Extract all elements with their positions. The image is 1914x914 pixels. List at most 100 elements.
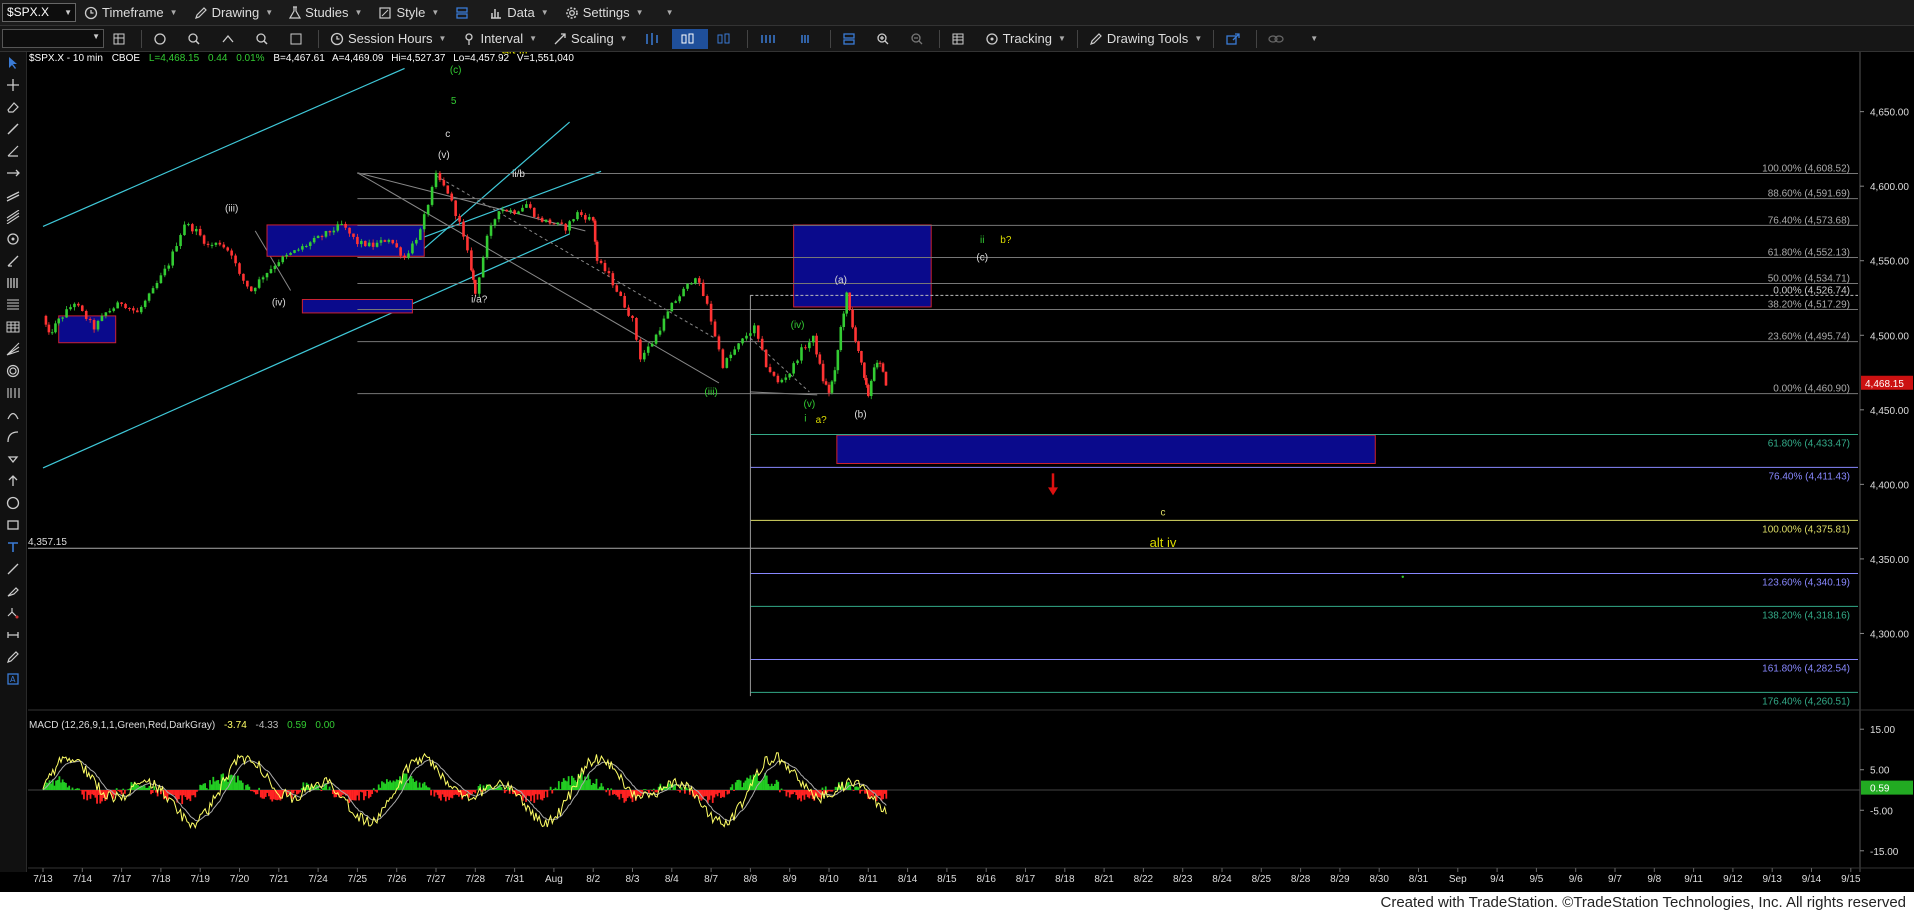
chevron-down-icon[interactable]: ▼ — [64, 4, 72, 21]
candle-body — [709, 303, 713, 322]
macd-histogram-bar — [595, 778, 598, 790]
ask-price: A=4,469.09 — [332, 53, 384, 64]
bar-type-active-button[interactable] — [671, 28, 708, 49]
candle-body — [650, 343, 654, 347]
grid-button[interactable] — [104, 26, 138, 51]
macd-histogram-bar — [775, 779, 778, 790]
exchange-label: CBOE — [112, 53, 141, 64]
candle-body — [485, 235, 489, 258]
time-tick-label: 9/15 — [1841, 874, 1861, 885]
macd-histogram-bar — [770, 783, 773, 790]
data-window-button[interactable] — [943, 26, 977, 51]
macd-histogram-bar — [443, 790, 446, 798]
candle-body — [375, 242, 379, 247]
alert-button[interactable] — [179, 26, 213, 51]
candle-body — [57, 318, 61, 324]
workspace-select[interactable]: ▼ — [2, 29, 104, 48]
fib-extension-label: 61.80% (4,433.47) — [1768, 438, 1850, 449]
style-menu[interactable]: Style ▼ — [370, 0, 447, 25]
macd-histogram-bar — [86, 790, 89, 801]
candle-body — [705, 296, 709, 304]
scaling-menu[interactable]: Scaling ▼ — [545, 26, 636, 51]
more-menu[interactable]: ▼ — [652, 0, 682, 25]
session-hours-menu[interactable]: Session Hours ▼ — [322, 26, 454, 51]
macd-histogram-bar — [795, 790, 798, 796]
bar-type-alt-button[interactable] — [708, 26, 744, 51]
macd-histogram-bar — [179, 790, 182, 796]
link-button[interactable] — [145, 26, 179, 51]
data-menu[interactable]: Data ▼ — [481, 0, 556, 25]
settings-menu[interactable]: Settings ▼ — [557, 0, 652, 25]
macd-histogram-bar — [621, 790, 624, 798]
wave-label: ii — [980, 235, 984, 246]
chevron-down-icon: ▼ — [431, 8, 440, 17]
time-tick-label: 8/16 — [976, 874, 996, 885]
macd-histogram-bar — [592, 783, 595, 790]
macd-histogram-bar — [500, 787, 503, 790]
macd-histogram-bar — [56, 779, 59, 790]
wave-label: alt iv — [1150, 535, 1177, 550]
interval-menu[interactable]: Interval ▼ — [454, 26, 545, 51]
candle-body — [674, 301, 678, 303]
price-chart[interactable]: 4,650.00 4,600.00 4,550.00 4,500.00 4,450.00… — [0, 52, 1914, 892]
candle-body — [851, 309, 854, 328]
drawing-tools-menu[interactable]: Drawing Tools ▼ — [1081, 26, 1210, 51]
candle-body — [833, 370, 837, 382]
candle-body — [324, 231, 328, 237]
time-tick-label: 9/8 — [1647, 874, 1661, 885]
chevron-down-icon[interactable]: ▼ — [92, 32, 100, 41]
zoom-out-button[interactable] — [902, 26, 936, 51]
macd-histogram-bar — [272, 790, 275, 800]
time-tick-label: 8/2 — [586, 874, 600, 885]
macd-histogram-bar — [613, 790, 616, 795]
macd-histogram-bar — [792, 790, 794, 795]
macd-histogram-bar — [87, 790, 90, 795]
candle-body — [863, 362, 866, 378]
candle-body — [639, 339, 642, 360]
candle-body — [301, 246, 304, 250]
studies-menu[interactable]: Studies ▼ — [281, 0, 370, 25]
macd-histogram-bar — [65, 782, 67, 790]
macd-histogram-bar — [222, 773, 225, 790]
macd-histogram-bar — [679, 790, 681, 793]
macd-histogram-bar — [561, 781, 563, 790]
template-button[interactable] — [281, 26, 315, 51]
spacing-button[interactable] — [751, 26, 789, 51]
candle-body — [525, 204, 528, 208]
candle-body — [544, 219, 548, 222]
candle-body — [607, 271, 611, 274]
tracking-menu[interactable]: Tracking ▼ — [977, 26, 1074, 51]
candle-body — [854, 327, 857, 342]
candle-body — [159, 275, 163, 284]
bar-type-button[interactable] — [636, 26, 672, 51]
split-button[interactable] — [834, 26, 868, 51]
macd-histogram-bar — [505, 790, 508, 792]
macd-histogram-bar — [392, 780, 395, 790]
drawing-menu[interactable]: Drawing ▼ — [186, 0, 282, 25]
candle-body — [124, 303, 127, 309]
layout-button[interactable] — [447, 0, 481, 25]
macd-histogram-bar — [372, 788, 375, 790]
link-chart-button[interactable] — [1260, 26, 1296, 51]
more-options-menu[interactable]: ▼ — [1296, 26, 1326, 51]
macd-histogram-bar — [200, 785, 203, 790]
compress-button[interactable] — [789, 26, 827, 51]
macd-histogram-bar — [120, 790, 123, 795]
candle-body — [729, 354, 733, 359]
macd-histogram-bar — [259, 790, 262, 798]
macd-histogram-bar — [210, 784, 213, 790]
macd-histogram-bar — [706, 790, 709, 804]
search-button[interactable] — [247, 26, 281, 51]
layers-button[interactable] — [213, 26, 247, 51]
candle-body — [246, 280, 249, 287]
macd-histogram-bar — [325, 783, 328, 790]
zoom-in-button[interactable] — [868, 26, 902, 51]
zoom-in-icon — [876, 32, 889, 44]
macd-histogram-bar — [235, 782, 238, 790]
timeframe-menu[interactable]: Timeframe ▼ — [76, 0, 186, 25]
macd-histogram-bar — [264, 790, 267, 797]
macd-histogram-bar — [708, 790, 711, 800]
candle-body — [136, 310, 139, 313]
export-button[interactable] — [1217, 26, 1253, 51]
symbol-input[interactable]: $SPX.X ▼ — [2, 3, 76, 22]
